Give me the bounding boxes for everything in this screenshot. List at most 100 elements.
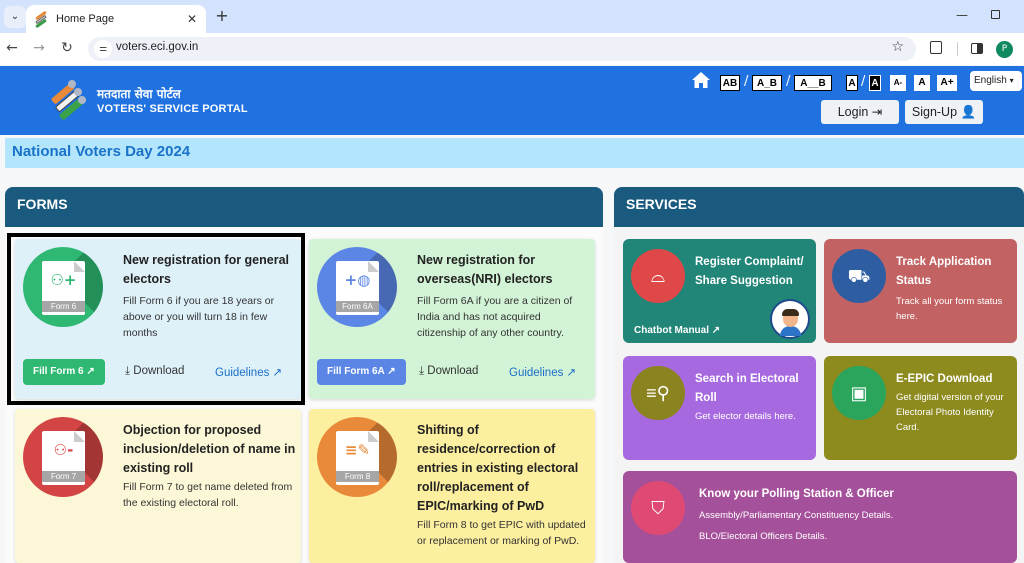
new-tab-button[interactable]: + <box>212 6 232 25</box>
site-favicon <box>34 10 48 29</box>
text-spacing-medium-button[interactable]: A_B <box>752 75 782 91</box>
service-card-title: Track Application Status <box>896 256 992 287</box>
id-card-icon: ▣ <box>850 383 868 403</box>
chevron-down-icon: ▾ <box>1009 76 1014 85</box>
form-card-form8[interactable]: ≡✎ Form 8 Shifting of residence/correctio… <box>309 409 595 563</box>
form-card-description: Fill Form 8 to get EPIC with updated or … <box>417 519 586 547</box>
service-card-search-roll[interactable]: ≡⚲ Search in Electoral Roll Get elector … <box>623 356 816 460</box>
fill-form6a-button[interactable]: Fill Form 6A ↗ <box>317 359 406 385</box>
download-form6a-link[interactable]: ⤓ Download <box>419 365 478 378</box>
services-heading: SERVICES <box>626 196 697 212</box>
back-icon[interactable]: ← <box>3 40 21 56</box>
forms-heading: FORMS <box>17 196 68 212</box>
reload-icon[interactable]: ↻ <box>58 40 76 56</box>
guidelines-form6a-link[interactable]: Guidelines ↗ <box>509 365 576 379</box>
service-card-title: E-EPIC Download <box>896 373 993 385</box>
profile-avatar[interactable]: P <box>996 41 1013 58</box>
text-spacing-normal-button[interactable]: AB <box>720 75 740 91</box>
voter-mitra-chatbot-icon[interactable] <box>770 299 810 339</box>
eci-logo[interactable] <box>46 80 86 122</box>
shield-star-icon: ⛉ <box>651 498 665 518</box>
user-plus-icon: 👤 <box>960 105 977 119</box>
high-contrast-button[interactable]: A <box>869 75 881 91</box>
login-label: Login <box>837 105 869 119</box>
fill-label: Fill Form 6A <box>327 366 385 377</box>
login-button[interactable]: Login ⇥ <box>821 100 899 124</box>
external-link-icon: ↗ <box>711 325 721 336</box>
toolbar-divider <box>957 42 958 56</box>
form8-icon: ≡✎ Form 8 <box>317 417 397 497</box>
text-spacing-large-button[interactable]: A__B <box>794 75 832 91</box>
chatbot-manual-label: Chatbot Manual <box>634 325 709 336</box>
browser-tab[interactable]: Home Page ✕ <box>26 5 206 33</box>
separator: / <box>861 74 866 89</box>
download-icon: ⤓ <box>419 365 425 377</box>
external-link-icon: ↗ <box>566 367 577 379</box>
service-card-title: Search in Electoral Roll <box>695 373 799 404</box>
side-panel-icon[interactable] <box>971 43 983 54</box>
truck-icon: ⛟ <box>847 266 871 286</box>
service-card-e-epic[interactable]: ▣ E-EPIC Download Get digital version of… <box>824 356 1017 460</box>
service-card-description: Get elector details here. <box>695 411 796 422</box>
form-card-title: New registration for overseas(NRI) elect… <box>417 253 553 286</box>
search-list-icon: ≡⚲ <box>646 383 670 403</box>
service-card-title: Know your Polling Station & Officer <box>699 488 894 500</box>
signup-label: Sign-Up <box>911 105 958 119</box>
external-link-icon: ↗ <box>387 366 396 377</box>
services-panel-header: SERVICES <box>614 187 1024 227</box>
form-label: Form 6A <box>336 301 379 312</box>
service-card-description: Get digital version of your Electoral Ph… <box>896 392 1004 433</box>
font-decrease-button[interactable]: A- <box>890 75 906 91</box>
track-icon-circle: ⛟ <box>832 249 886 303</box>
bookmark-star-icon[interactable]: ☆ <box>891 39 904 55</box>
edit-icon: ≡✎ <box>344 441 371 459</box>
font-increase-button[interactable]: A+ <box>937 75 957 91</box>
banner-text: National Voters Day 2024 <box>12 143 191 160</box>
form7-icon: ⚇- Form 7 <box>23 417 103 497</box>
home-icon[interactable] <box>692 72 710 88</box>
site-header: मतदाता सेवा पोर्टल VOTERS' SERVICE PORTA… <box>0 66 1024 135</box>
extensions-icon[interactable] <box>930 41 942 54</box>
restore-button[interactable] <box>991 10 1000 19</box>
form-card-form6a[interactable]: +◍ Form 6A New registration for overseas(… <box>309 239 595 399</box>
download-label: Download <box>427 365 479 377</box>
normal-contrast-button[interactable]: A <box>846 75 858 91</box>
address-bar[interactable]: ⚌ voters.eci.gov.in ☆ <box>88 37 916 61</box>
announcement-banner[interactable]: National Voters Day 2024 <box>5 138 1024 168</box>
service-card-description: Track all your form status here. <box>896 296 1003 322</box>
forms-panel-header: FORMS <box>5 187 603 227</box>
service-card-complaint[interactable]: ⌓ Register Complaint/ Share Suggestion C… <box>623 239 816 343</box>
polling-icon-circle: ⛉ <box>631 481 685 535</box>
form-label: Form 8 <box>336 471 379 482</box>
tab-search-button[interactable]: ⌄ <box>4 6 26 28</box>
form-label: Form 7 <box>42 471 85 482</box>
form-card-title: Shifting of residence/correction of entr… <box>417 423 579 513</box>
separator: / <box>786 74 791 89</box>
font-reset-button[interactable]: A <box>914 75 930 91</box>
form-card-form7[interactable]: ⚇- Form 7 Objection for proposed inclusio… <box>15 409 301 563</box>
focus-highlight-box <box>7 233 305 405</box>
close-tab-icon[interactable]: ✕ <box>182 12 202 26</box>
tab-title: Home Page <box>56 13 115 25</box>
separator: / <box>744 74 749 89</box>
language-value: English <box>974 75 1007 86</box>
language-select[interactable]: English ▾ <box>970 71 1022 91</box>
url-text[interactable]: voters.eci.gov.in <box>116 41 198 53</box>
user-minus-icon: ⚇- <box>53 441 74 459</box>
service-card-track-application[interactable]: ⛟ Track Application Status Track all you… <box>824 239 1017 343</box>
service-card-title: Register Complaint/ Share Suggestion <box>695 256 804 287</box>
minimize-button[interactable]: — <box>956 8 968 22</box>
form6a-icon: +◍ Form 6A <box>317 247 397 327</box>
brand-title-hindi: मतदाता सेवा पोर्टल <box>97 87 181 101</box>
search-icon-circle: ≡⚲ <box>631 366 685 420</box>
globe-plus-icon: +◍ <box>344 271 371 289</box>
form-card-description: Fill Form 6A if you are a citizen of Ind… <box>417 295 573 339</box>
signup-button[interactable]: Sign-Up 👤 <box>905 100 983 124</box>
forward-icon[interactable]: → <box>30 40 48 56</box>
browser-tab-bar: ⌄ Home Page ✕ + — <box>0 0 1024 33</box>
chatbot-manual-link[interactable]: Chatbot Manual ↗ <box>634 325 720 336</box>
complaint-icon-circle: ⌓ <box>631 249 685 303</box>
service-card-polling-station[interactable]: ⛉ Know your Polling Station & Officer As… <box>623 471 1017 563</box>
login-icon: ⇥ <box>871 105 883 119</box>
site-info-icon[interactable]: ⚌ <box>94 40 112 58</box>
